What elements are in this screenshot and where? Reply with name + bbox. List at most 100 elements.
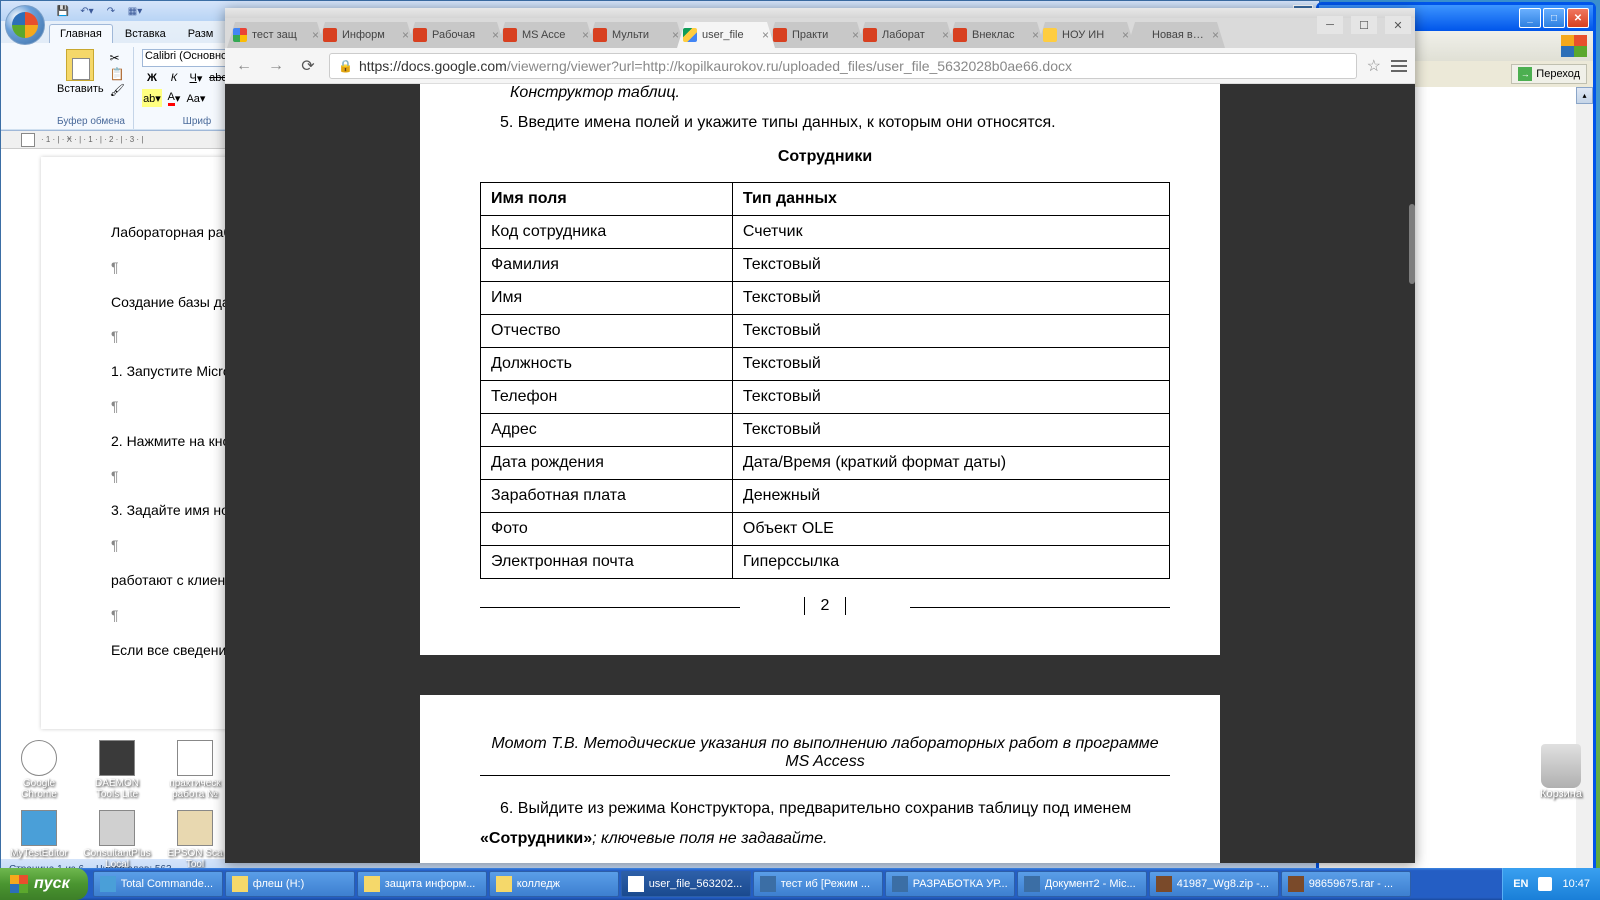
desktop-icon[interactable]: MyTestEditor [8,810,70,870]
underline-button[interactable]: Ч▾ [186,69,206,87]
change-case-button[interactable]: Aa▾ [186,89,206,107]
qat-more-icon[interactable]: ▦▾ [125,3,145,19]
ribbon-tab-insert[interactable]: Вставка [115,25,176,43]
tab-close-icon[interactable]: × [492,28,499,42]
desktop-icon[interactable]: EPSON Sca Tool [164,810,226,870]
copy-icon[interactable]: 📋 [110,67,125,81]
taskbar-item[interactable]: Total Commande... [93,871,223,897]
taskbar-item[interactable]: user_file_563202... [621,871,751,897]
doc-icon [177,740,213,776]
cell-field: Заработная плата [481,480,733,513]
browser-tab[interactable]: Внеклас× [947,22,1045,48]
clock[interactable]: 10:47 [1562,878,1590,890]
tab-close-icon[interactable]: × [852,28,859,42]
paste-button[interactable]: Вставить [57,49,104,97]
tab-close-icon[interactable]: × [582,28,589,42]
taskbar-item-icon [892,876,908,892]
taskbar-item-label: флеш (H:) [253,878,305,890]
browser-tab[interactable]: Новая вкла× [1127,22,1225,48]
cell-type: Дата/Время (краткий формат даты) [732,447,1169,480]
desktop-icon[interactable]: практическ работа № [164,740,226,800]
minimize-button[interactable]: ─ [1317,16,1343,34]
taskbar-item-label: user_file_563202... [649,878,743,890]
start-button[interactable]: пуск [0,868,88,900]
maximize-button[interactable]: □ [1543,8,1565,28]
browser-tab[interactable]: Лаборат× [857,22,955,48]
browser-tab[interactable]: user_file × [677,22,775,48]
taskbar-item-label: защита информ... [385,878,476,890]
close-button[interactable]: ✕ [1567,8,1589,28]
language-indicator[interactable]: EN [1513,878,1528,890]
ribbon-tab-home[interactable]: Главная [49,24,113,43]
table-row: Дата рожденияДата/Время (краткий формат … [481,447,1170,480]
doc-text: Конструктор таблиц. [480,84,1170,102]
browser-tab[interactable]: Мульти× [587,22,685,48]
reload-button[interactable]: ⟳ [297,55,319,77]
italic-button[interactable]: К [164,69,184,87]
windows-logo-icon [1561,35,1587,57]
chrome-menu-icon[interactable] [1391,60,1407,72]
go-arrow-icon: → [1518,67,1532,81]
cut-icon[interactable]: ✂ [110,51,125,65]
tab-close-icon[interactable]: × [942,28,949,42]
page-num-value: 2 [804,597,847,615]
address-bar[interactable]: 🔒 https://docs.google.com/viewerng/viewe… [329,53,1357,79]
format-painter-icon[interactable]: 🖌 [110,83,125,97]
browser-tab[interactable]: Рабочая× [407,22,505,48]
redo-icon[interactable]: ↷ [101,3,121,19]
system-tray[interactable]: EN 10:47 [1502,868,1600,900]
back-button[interactable]: ← [233,55,255,77]
viewer-scrollbar[interactable] [1409,204,1415,284]
table-row: ИмяТекстовый [481,282,1170,315]
bookmark-star-icon[interactable]: ☆ [1367,56,1381,76]
browser-tab[interactable]: MS Acce× [497,22,595,48]
tab-close-icon[interactable]: × [1122,28,1129,42]
undo-icon[interactable]: ↶▾ [77,3,97,19]
maximize-button[interactable]: ☐ [1351,16,1377,34]
tab-close-icon[interactable]: × [762,28,769,42]
recycle-bin[interactable]: Корзина [1536,744,1586,800]
cell-field: Фото [481,513,733,546]
tab-close-icon[interactable]: × [1032,28,1039,42]
browser-tab[interactable]: НОУ ИН× [1037,22,1135,48]
browser-tab[interactable]: тест защ× [227,22,325,48]
desktop-icon[interactable]: DAEMON Tools Lite [86,740,148,800]
tab-close-icon[interactable]: × [1212,28,1219,42]
ribbon-tab-layout[interactable]: Разм [178,25,224,43]
tab-close-icon[interactable]: × [402,28,409,42]
desktop-icon[interactable]: Google Chrome [8,740,70,800]
go-button[interactable]: → Переход [1511,64,1587,84]
browser-tab[interactable]: Практи× [767,22,865,48]
tray-icon[interactable] [1538,877,1552,891]
close-button[interactable]: ✕ [1385,16,1411,34]
taskbar-item[interactable]: 41987_Wg8.zip -... [1149,871,1279,897]
taskbar-item[interactable]: флеш (H:) [225,871,355,897]
docs-viewer[interactable]: Конструктор таблиц. 5. Введите имена пол… [225,84,1415,863]
minimize-button[interactable]: _ [1519,8,1541,28]
taskbar-item[interactable]: Документ2 - Mic... [1017,871,1147,897]
tab-close-icon[interactable]: × [672,28,679,42]
office-button[interactable] [5,5,45,45]
scroll-up-icon[interactable]: ▴ [1576,87,1593,104]
browser-tab[interactable]: Информ× [317,22,415,48]
taskbar-item[interactable]: колледж [489,871,619,897]
desktop-icon[interactable]: ConsultantPlus Local [86,810,148,870]
doc-list-item: 5. Введите имена полей и укажите типы да… [500,114,1170,132]
chrome-frame[interactable] [225,8,1415,18]
start-label: пуск [34,875,70,893]
taskbar-item[interactable]: РАЗРАБОТКА УР... [885,871,1015,897]
forward-button[interactable]: → [265,55,287,77]
cell-field: Код сотрудника [481,216,733,249]
tab-selector[interactable] [21,133,35,147]
favicon [413,28,427,42]
tab-close-icon[interactable]: × [312,28,319,42]
tab-label: user_file [702,29,758,41]
taskbar-item[interactable]: защита информ... [357,871,487,897]
taskbar-item[interactable]: 98659675.rar - ... [1281,871,1411,897]
taskbar-item[interactable]: тест иб [Режим ... [753,871,883,897]
favicon [683,28,697,42]
save-icon[interactable]: 💾 [53,3,73,19]
font-color-button[interactable]: A▾ [164,89,184,107]
bold-button[interactable]: Ж [142,69,162,87]
highlight-button[interactable]: ab▾ [142,89,162,107]
